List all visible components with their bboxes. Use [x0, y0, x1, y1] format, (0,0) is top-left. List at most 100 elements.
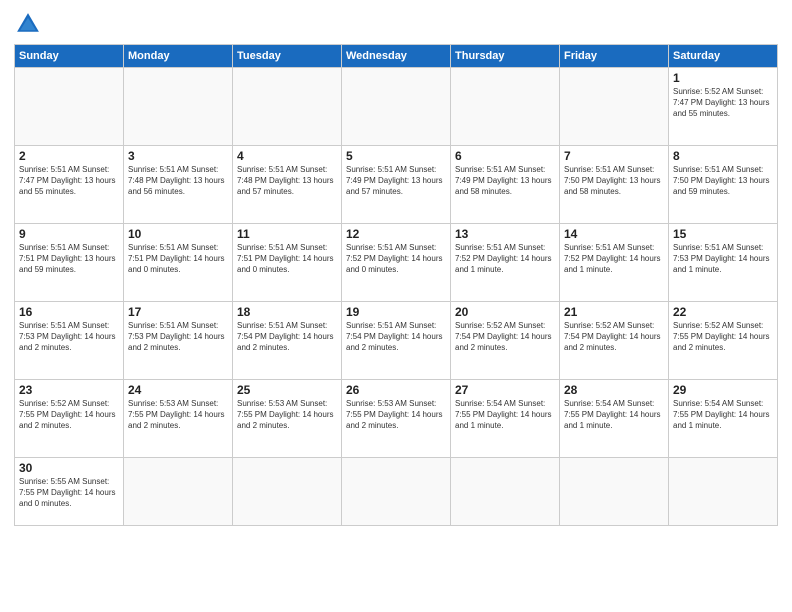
calendar-cell: 26Sunrise: 5:53 AM Sunset: 7:55 PM Dayli…	[342, 380, 451, 458]
calendar-cell: 21Sunrise: 5:52 AM Sunset: 7:54 PM Dayli…	[560, 302, 669, 380]
calendar-cell	[15, 68, 124, 146]
day-info: Sunrise: 5:51 AM Sunset: 7:52 PM Dayligh…	[564, 242, 664, 276]
day-number: 7	[564, 149, 664, 163]
calendar-cell	[560, 458, 669, 526]
calendar-cell	[124, 458, 233, 526]
day-info: Sunrise: 5:51 AM Sunset: 7:53 PM Dayligh…	[673, 242, 773, 276]
weekday-header-wednesday: Wednesday	[342, 45, 451, 68]
calendar-cell: 11Sunrise: 5:51 AM Sunset: 7:51 PM Dayli…	[233, 224, 342, 302]
calendar-cell: 30Sunrise: 5:55 AM Sunset: 7:55 PM Dayli…	[15, 458, 124, 526]
calendar-cell: 14Sunrise: 5:51 AM Sunset: 7:52 PM Dayli…	[560, 224, 669, 302]
day-number: 6	[455, 149, 555, 163]
day-number: 2	[19, 149, 119, 163]
day-info: Sunrise: 5:51 AM Sunset: 7:48 PM Dayligh…	[237, 164, 337, 198]
day-number: 30	[19, 461, 119, 475]
weekday-header-saturday: Saturday	[669, 45, 778, 68]
day-number: 23	[19, 383, 119, 397]
calendar-cell: 6Sunrise: 5:51 AM Sunset: 7:49 PM Daylig…	[451, 146, 560, 224]
day-number: 20	[455, 305, 555, 319]
day-info: Sunrise: 5:54 AM Sunset: 7:55 PM Dayligh…	[564, 398, 664, 432]
calendar-cell	[124, 68, 233, 146]
weekday-header-sunday: Sunday	[15, 45, 124, 68]
calendar-cell: 22Sunrise: 5:52 AM Sunset: 7:55 PM Dayli…	[669, 302, 778, 380]
calendar-cell: 1Sunrise: 5:52 AM Sunset: 7:47 PM Daylig…	[669, 68, 778, 146]
day-info: Sunrise: 5:53 AM Sunset: 7:55 PM Dayligh…	[237, 398, 337, 432]
calendar-cell: 8Sunrise: 5:51 AM Sunset: 7:50 PM Daylig…	[669, 146, 778, 224]
day-number: 26	[346, 383, 446, 397]
day-info: Sunrise: 5:51 AM Sunset: 7:54 PM Dayligh…	[346, 320, 446, 354]
day-info: Sunrise: 5:51 AM Sunset: 7:49 PM Dayligh…	[455, 164, 555, 198]
calendar-cell: 10Sunrise: 5:51 AM Sunset: 7:51 PM Dayli…	[124, 224, 233, 302]
calendar-cell: 3Sunrise: 5:51 AM Sunset: 7:48 PM Daylig…	[124, 146, 233, 224]
day-number: 1	[673, 71, 773, 85]
day-info: Sunrise: 5:51 AM Sunset: 7:51 PM Dayligh…	[237, 242, 337, 276]
weekday-header-monday: Monday	[124, 45, 233, 68]
calendar-cell: 25Sunrise: 5:53 AM Sunset: 7:55 PM Dayli…	[233, 380, 342, 458]
day-number: 15	[673, 227, 773, 241]
calendar-cell	[560, 68, 669, 146]
calendar-cell: 9Sunrise: 5:51 AM Sunset: 7:51 PM Daylig…	[15, 224, 124, 302]
calendar-cell	[233, 458, 342, 526]
day-number: 25	[237, 383, 337, 397]
day-number: 29	[673, 383, 773, 397]
day-number: 27	[455, 383, 555, 397]
day-number: 19	[346, 305, 446, 319]
day-number: 4	[237, 149, 337, 163]
day-number: 13	[455, 227, 555, 241]
calendar-cell: 19Sunrise: 5:51 AM Sunset: 7:54 PM Dayli…	[342, 302, 451, 380]
day-number: 9	[19, 227, 119, 241]
calendar-cell	[342, 68, 451, 146]
logo-icon	[14, 10, 42, 38]
day-info: Sunrise: 5:51 AM Sunset: 7:50 PM Dayligh…	[564, 164, 664, 198]
calendar-cell: 12Sunrise: 5:51 AM Sunset: 7:52 PM Dayli…	[342, 224, 451, 302]
calendar-cell: 18Sunrise: 5:51 AM Sunset: 7:54 PM Dayli…	[233, 302, 342, 380]
day-info: Sunrise: 5:51 AM Sunset: 7:51 PM Dayligh…	[128, 242, 228, 276]
header	[14, 10, 778, 38]
day-number: 18	[237, 305, 337, 319]
day-info: Sunrise: 5:52 AM Sunset: 7:47 PM Dayligh…	[673, 86, 773, 120]
day-info: Sunrise: 5:52 AM Sunset: 7:55 PM Dayligh…	[673, 320, 773, 354]
day-number: 24	[128, 383, 228, 397]
day-info: Sunrise: 5:51 AM Sunset: 7:49 PM Dayligh…	[346, 164, 446, 198]
day-info: Sunrise: 5:52 AM Sunset: 7:54 PM Dayligh…	[564, 320, 664, 354]
day-number: 17	[128, 305, 228, 319]
day-number: 10	[128, 227, 228, 241]
day-info: Sunrise: 5:51 AM Sunset: 7:52 PM Dayligh…	[346, 242, 446, 276]
calendar-cell: 28Sunrise: 5:54 AM Sunset: 7:55 PM Dayli…	[560, 380, 669, 458]
day-info: Sunrise: 5:54 AM Sunset: 7:55 PM Dayligh…	[455, 398, 555, 432]
day-info: Sunrise: 5:51 AM Sunset: 7:50 PM Dayligh…	[673, 164, 773, 198]
day-number: 21	[564, 305, 664, 319]
calendar-cell: 29Sunrise: 5:54 AM Sunset: 7:55 PM Dayli…	[669, 380, 778, 458]
day-number: 12	[346, 227, 446, 241]
calendar-cell: 7Sunrise: 5:51 AM Sunset: 7:50 PM Daylig…	[560, 146, 669, 224]
calendar-cell: 4Sunrise: 5:51 AM Sunset: 7:48 PM Daylig…	[233, 146, 342, 224]
weekday-header-tuesday: Tuesday	[233, 45, 342, 68]
day-number: 5	[346, 149, 446, 163]
day-info: Sunrise: 5:51 AM Sunset: 7:52 PM Dayligh…	[455, 242, 555, 276]
day-number: 8	[673, 149, 773, 163]
day-info: Sunrise: 5:51 AM Sunset: 7:47 PM Dayligh…	[19, 164, 119, 198]
calendar-cell: 24Sunrise: 5:53 AM Sunset: 7:55 PM Dayli…	[124, 380, 233, 458]
weekday-header-friday: Friday	[560, 45, 669, 68]
calendar-cell	[233, 68, 342, 146]
calendar-cell: 2Sunrise: 5:51 AM Sunset: 7:47 PM Daylig…	[15, 146, 124, 224]
calendar-table: SundayMondayTuesdayWednesdayThursdayFrid…	[14, 44, 778, 526]
calendar-cell	[669, 458, 778, 526]
calendar-cell: 13Sunrise: 5:51 AM Sunset: 7:52 PM Dayli…	[451, 224, 560, 302]
calendar-cell: 27Sunrise: 5:54 AM Sunset: 7:55 PM Dayli…	[451, 380, 560, 458]
day-info: Sunrise: 5:51 AM Sunset: 7:53 PM Dayligh…	[128, 320, 228, 354]
day-info: Sunrise: 5:53 AM Sunset: 7:55 PM Dayligh…	[346, 398, 446, 432]
day-info: Sunrise: 5:51 AM Sunset: 7:51 PM Dayligh…	[19, 242, 119, 276]
logo	[14, 10, 46, 38]
weekday-header-thursday: Thursday	[451, 45, 560, 68]
day-info: Sunrise: 5:53 AM Sunset: 7:55 PM Dayligh…	[128, 398, 228, 432]
calendar-cell: 20Sunrise: 5:52 AM Sunset: 7:54 PM Dayli…	[451, 302, 560, 380]
calendar-cell	[342, 458, 451, 526]
day-info: Sunrise: 5:55 AM Sunset: 7:55 PM Dayligh…	[19, 476, 119, 510]
day-number: 11	[237, 227, 337, 241]
day-info: Sunrise: 5:51 AM Sunset: 7:54 PM Dayligh…	[237, 320, 337, 354]
day-number: 28	[564, 383, 664, 397]
day-number: 22	[673, 305, 773, 319]
calendar-cell	[451, 68, 560, 146]
day-info: Sunrise: 5:51 AM Sunset: 7:48 PM Dayligh…	[128, 164, 228, 198]
